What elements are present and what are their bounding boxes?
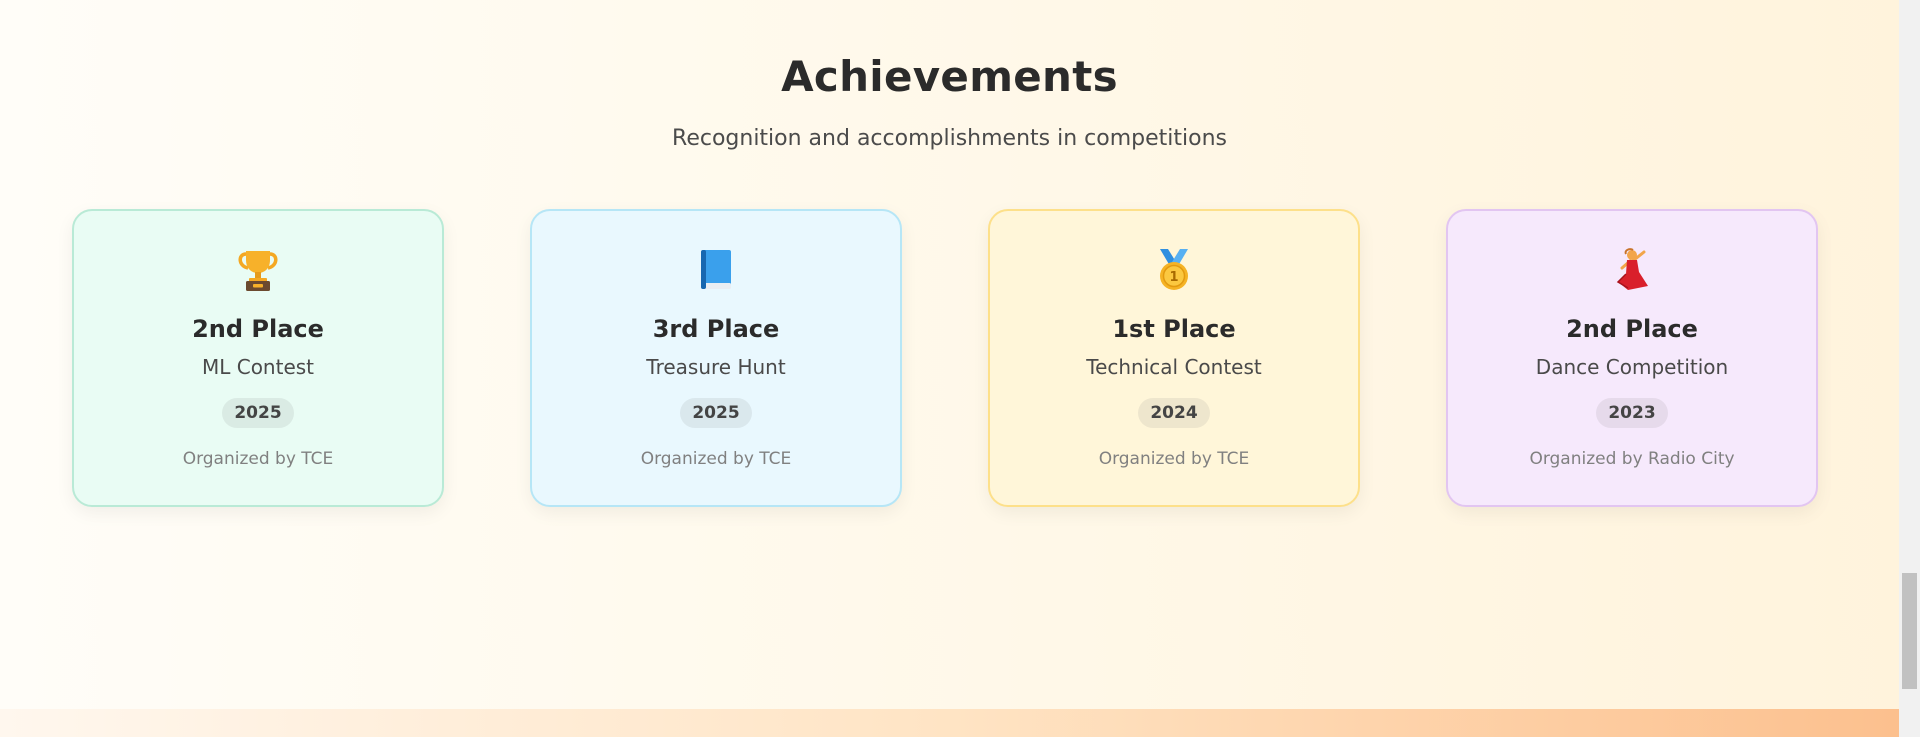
- card-organizer: Organized by TCE: [1098, 449, 1250, 469]
- achievement-card: 1 1st Place Technical Contest 2024 Organ…: [988, 209, 1360, 507]
- year-badge: 2025: [222, 398, 294, 428]
- card-organizer: Organized by TCE: [182, 449, 334, 469]
- dancer-icon: [1448, 247, 1816, 293]
- card-event: ML Contest: [201, 355, 315, 379]
- section-subtitle: Recognition and accomplishments in compe…: [672, 126, 1227, 151]
- achievement-cards: 2nd Place ML Contest 2025 Organized by T…: [72, 209, 1818, 507]
- section-title: Achievements: [781, 52, 1118, 101]
- scrollbar-thumb[interactable]: [1902, 573, 1917, 689]
- year-badge: 2024: [1138, 398, 1210, 428]
- card-event: Technical Contest: [1086, 355, 1262, 379]
- achievement-card: 2nd Place Dance Competition 2023 Organiz…: [1446, 209, 1818, 507]
- trophy-icon: [74, 247, 442, 293]
- year-badge: 2025: [680, 398, 752, 428]
- achievement-card: 3rd Place Treasure Hunt 2025 Organized b…: [530, 209, 902, 507]
- card-event: Dance Competition: [1535, 355, 1729, 379]
- blue-book-icon: [532, 247, 900, 293]
- footer-strip: [0, 709, 1899, 737]
- card-organizer: Organized by Radio City: [1529, 449, 1735, 469]
- card-place: 2nd Place: [192, 315, 324, 343]
- achievement-card: 2nd Place ML Contest 2025 Organized by T…: [72, 209, 444, 507]
- achievements-section: Achievements Recognition and accomplishm…: [0, 0, 1899, 709]
- vertical-scrollbar[interactable]: [1899, 0, 1920, 737]
- card-place: 3rd Place: [652, 315, 780, 343]
- svg-text:1: 1: [1169, 270, 1178, 285]
- year-badge: 2023: [1596, 398, 1668, 428]
- card-place: 2nd Place: [1566, 315, 1698, 343]
- card-event: Treasure Hunt: [646, 355, 786, 379]
- card-organizer: Organized by TCE: [640, 449, 792, 469]
- first-place-medal-icon: 1: [990, 247, 1358, 293]
- card-place: 1st Place: [1112, 315, 1236, 343]
